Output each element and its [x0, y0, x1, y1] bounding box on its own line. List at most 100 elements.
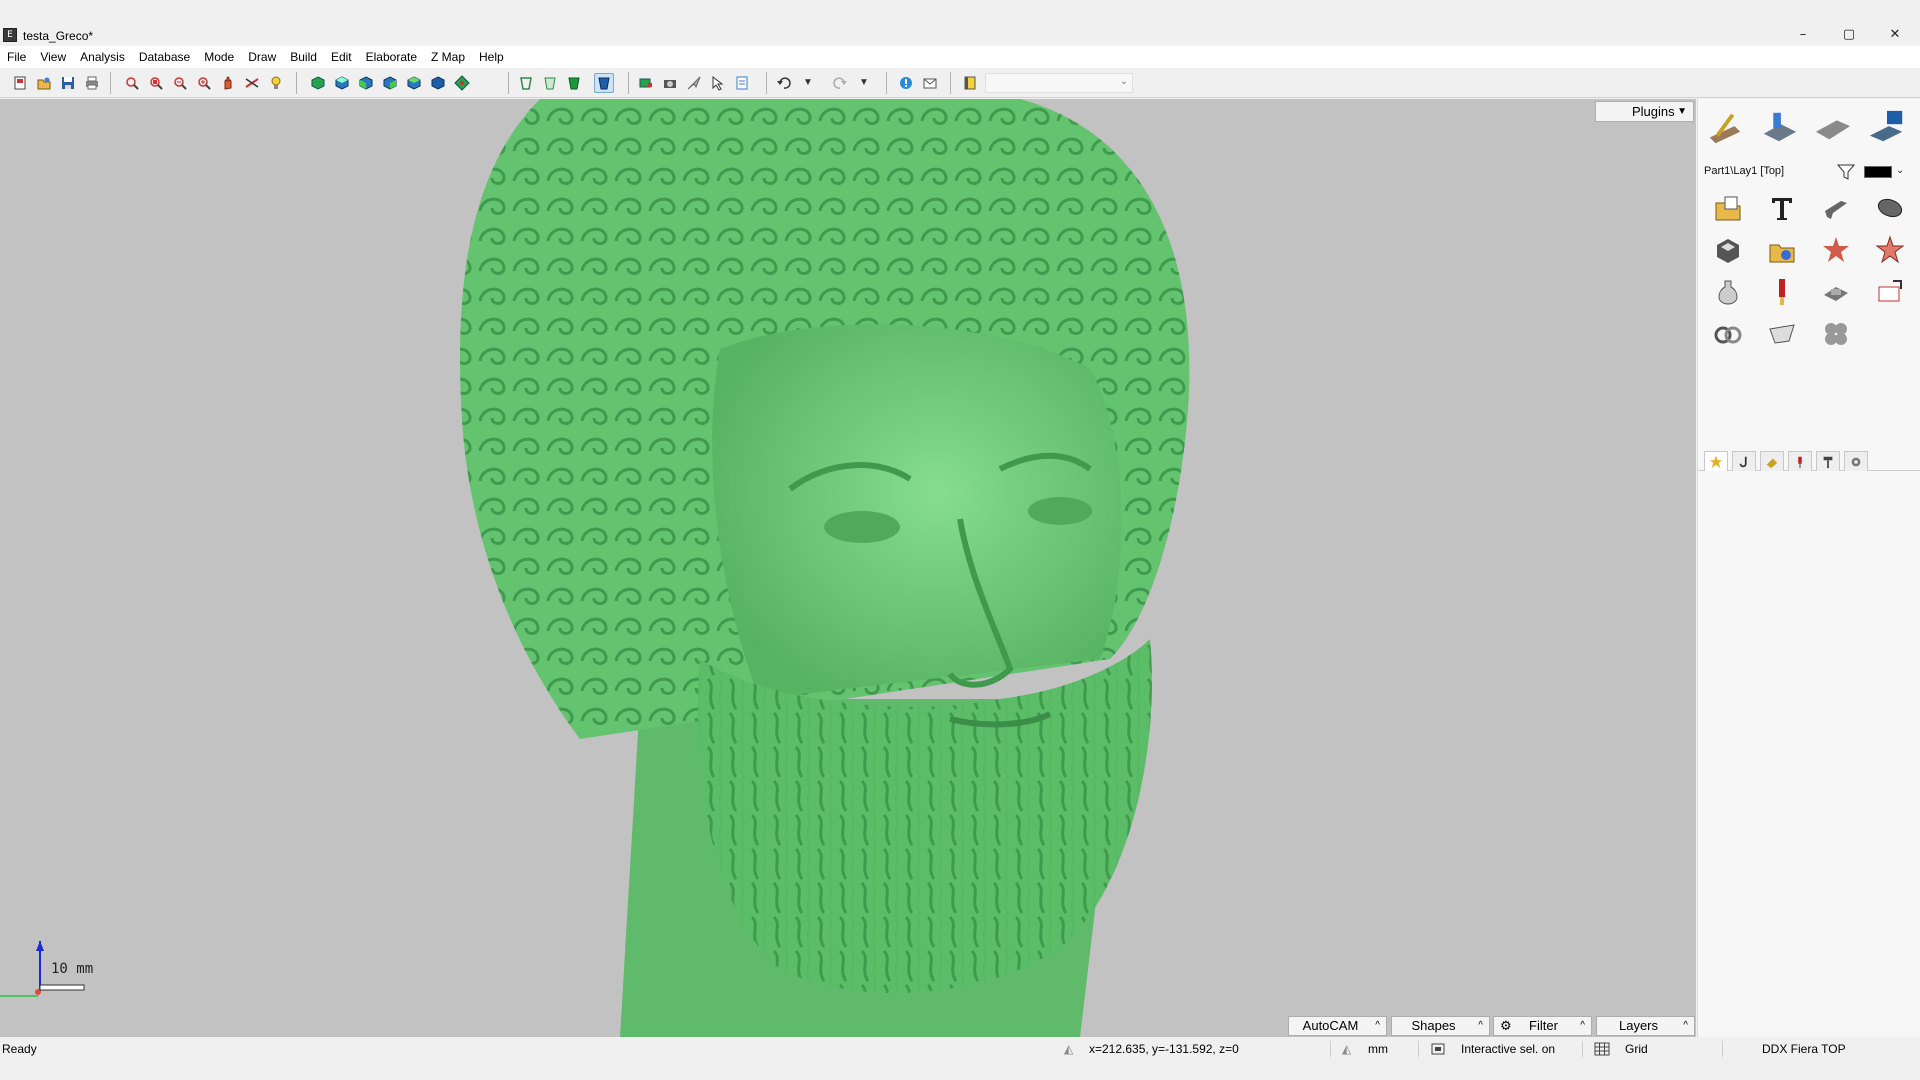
- view-left-icon[interactable]: [356, 73, 376, 93]
- menu-draw[interactable]: Draw: [241, 46, 283, 68]
- measure-icon[interactable]: [242, 73, 262, 93]
- view-back-icon[interactable]: [332, 73, 352, 93]
- pan-hand-icon[interactable]: [218, 73, 238, 93]
- view-right-icon[interactable]: [380, 73, 400, 93]
- workstation-icon[interactable]: [1866, 107, 1908, 149]
- shade-solid-icon[interactable]: [540, 73, 560, 93]
- menu-zmap[interactable]: Z Map: [424, 46, 472, 68]
- toolbar-combo[interactable]: ⌄: [985, 73, 1133, 93]
- redo-dropdown-icon[interactable]: ▼: [858, 73, 870, 93]
- zoom-out-icon[interactable]: [170, 73, 190, 93]
- cut-tool-icon[interactable]: [1764, 317, 1800, 351]
- eraser-tab-icon[interactable]: [1760, 451, 1784, 471]
- view-iso-icon[interactable]: [452, 73, 472, 93]
- zoom-in-icon[interactable]: [194, 73, 214, 93]
- menu-elaborate[interactable]: Elaborate: [359, 46, 424, 68]
- chevron-down-icon[interactable]: ⌄: [1896, 165, 1904, 176]
- star-outline-icon[interactable]: [1872, 233, 1908, 267]
- menu-help[interactable]: Help: [472, 46, 511, 68]
- menu-edit[interactable]: Edit: [324, 46, 359, 68]
- toolbar-separator: [628, 72, 629, 94]
- light-bulb-icon[interactable]: [266, 73, 286, 93]
- output-icon[interactable]: [1872, 275, 1908, 309]
- maximize-button[interactable]: ▢: [1826, 24, 1872, 46]
- head-model: [0, 99, 1190, 1037]
- menu-mode[interactable]: Mode: [197, 46, 241, 68]
- view-bottom-icon[interactable]: [428, 73, 448, 93]
- menu-file[interactable]: File: [0, 46, 33, 68]
- close-button[interactable]: ✕: [1872, 24, 1918, 46]
- tray-icon[interactable]: [1818, 275, 1854, 309]
- bottle-icon[interactable]: [1710, 275, 1746, 309]
- toolbar-separator: [508, 72, 509, 94]
- pin-tab-icon[interactable]: [1788, 451, 1812, 471]
- shapes-tab[interactable]: Shapes ^: [1391, 1016, 1490, 1036]
- color-swatch[interactable]: [1864, 166, 1892, 178]
- undo-dropdown-icon[interactable]: ▼: [802, 73, 814, 93]
- view-front-icon[interactable]: [308, 73, 328, 93]
- minimize-button[interactable]: –: [1780, 24, 1826, 46]
- status-bar: Ready ◭ x=212.635, y=-131.592, z=0 ◭ mm …: [0, 1038, 1920, 1060]
- folder-import-icon[interactable]: [1710, 191, 1746, 225]
- scale-label: 10 mm: [51, 961, 94, 977]
- ellipse-tool-icon[interactable]: [1872, 191, 1908, 225]
- star-tab-icon[interactable]: [1704, 451, 1728, 471]
- autocam-tab[interactable]: AutoCAM ^: [1288, 1016, 1387, 1036]
- new-file-icon[interactable]: [10, 73, 30, 93]
- text-tool-icon[interactable]: [1764, 191, 1800, 225]
- 3d-viewport[interactable]: Plugins ▼ 10 mm: [0, 99, 1696, 1037]
- hook-tab-icon[interactable]: [1732, 451, 1756, 471]
- view-top-icon[interactable]: [404, 73, 424, 93]
- marker-icon[interactable]: [1764, 275, 1800, 309]
- camera-icon[interactable]: [660, 73, 680, 93]
- select-tool-icon[interactable]: [708, 73, 728, 93]
- render-icon[interactable]: [636, 73, 656, 93]
- mail-icon[interactable]: [920, 73, 940, 93]
- box-tool-icon[interactable]: [1710, 233, 1746, 267]
- status-units: mm: [1368, 1042, 1388, 1056]
- gear-folder-icon[interactable]: [1764, 233, 1800, 267]
- layers-tab[interactable]: Layers ^: [1596, 1016, 1695, 1036]
- shade-green-icon[interactable]: [564, 73, 584, 93]
- status-separator: [1582, 1041, 1583, 1057]
- main-toolbar: ▼ ▼ ⌄: [0, 68, 1920, 98]
- status-separator: [1418, 1041, 1419, 1057]
- grid-icon[interactable]: [1594, 1042, 1610, 1059]
- filter-icon[interactable]: [1836, 164, 1856, 180]
- properties-icon[interactable]: [732, 73, 752, 93]
- plate-icon[interactable]: [1812, 107, 1854, 149]
- help-icon[interactable]: [896, 73, 916, 93]
- cam-tool-icon[interactable]: [1704, 107, 1746, 149]
- rings-icon[interactable]: [1710, 317, 1746, 351]
- hammer-tab-icon[interactable]: [1816, 451, 1840, 471]
- shade-active-icon[interactable]: [594, 73, 614, 93]
- toolbar-separator: [886, 72, 887, 94]
- plugins-button[interactable]: Plugins ▼: [1595, 101, 1694, 122]
- chevron-up-icon: ^: [1683, 1020, 1688, 1031]
- status-separator: [1722, 1041, 1723, 1057]
- zoom-window-icon[interactable]: [122, 73, 142, 93]
- chevron-up-icon: ^: [1375, 1020, 1380, 1031]
- interactive-select-icon[interactable]: [1430, 1042, 1446, 1059]
- star-red-icon[interactable]: [1818, 233, 1854, 267]
- chamfer-tool-icon[interactable]: [1818, 191, 1854, 225]
- book-icon[interactable]: [960, 73, 980, 93]
- zoom-all-icon[interactable]: [146, 73, 166, 93]
- menu-analysis[interactable]: Analysis: [73, 46, 132, 68]
- arrow-icon[interactable]: [684, 73, 704, 93]
- filter-tab[interactable]: ⚙ Filter ^: [1493, 1016, 1592, 1036]
- gear-tab-icon[interactable]: [1844, 451, 1868, 471]
- toolbar-separator: [950, 72, 951, 94]
- redo-icon[interactable]: [830, 73, 850, 93]
- save-icon[interactable]: [58, 73, 78, 93]
- machine-icon[interactable]: [1758, 107, 1800, 149]
- menu-database[interactable]: Database: [132, 46, 197, 68]
- print-icon[interactable]: [82, 73, 102, 93]
- status-coords: x=212.635, y=-131.592, z=0: [1089, 1042, 1239, 1056]
- flower-pattern-icon[interactable]: [1818, 317, 1854, 351]
- undo-icon[interactable]: [774, 73, 794, 93]
- menu-view[interactable]: View: [33, 46, 73, 68]
- open-file-icon[interactable]: [34, 73, 54, 93]
- menu-build[interactable]: Build: [283, 46, 324, 68]
- shade-wire-icon[interactable]: [516, 73, 536, 93]
